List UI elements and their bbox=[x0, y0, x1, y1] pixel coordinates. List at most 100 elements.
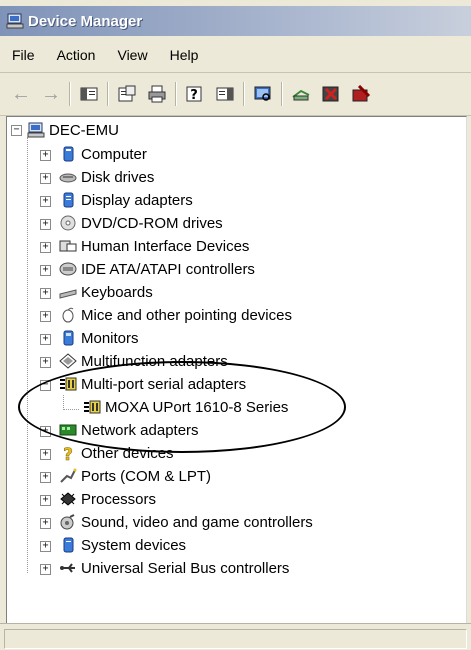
expand-toggle[interactable]: + bbox=[40, 150, 51, 161]
expand-toggle[interactable]: + bbox=[40, 541, 51, 552]
title-bar[interactable]: Device Manager bbox=[0, 6, 471, 36]
tree-root-label: DEC-EMU bbox=[49, 121, 119, 139]
expand-toggle[interactable]: + bbox=[40, 518, 51, 529]
processor-icon bbox=[59, 491, 77, 507]
show-hide-action-pane-icon[interactable] bbox=[214, 83, 236, 105]
disk-drive-icon bbox=[59, 169, 77, 185]
expand-toggle[interactable]: + bbox=[40, 196, 51, 207]
toolbar-separator bbox=[175, 82, 177, 106]
tree-item-mice[interactable]: Mice and other pointing devices bbox=[59, 305, 292, 325]
expand-toggle[interactable]: + bbox=[40, 242, 51, 253]
expand-toggle[interactable]: + bbox=[40, 265, 51, 276]
tree-item-multifunction-adapters[interactable]: Multifunction adapters bbox=[59, 351, 228, 371]
hid-icon bbox=[59, 238, 77, 254]
menu-file[interactable]: File bbox=[0, 47, 46, 63]
tree-item-label: MOXA UPort 1610-8 Series bbox=[105, 398, 289, 416]
tree-item-label: Processors bbox=[81, 490, 157, 508]
expand-toggle[interactable]: + bbox=[40, 334, 51, 345]
tree-item-computer[interactable]: Computer bbox=[59, 144, 147, 164]
usb-icon bbox=[59, 560, 77, 576]
device-tree[interactable]: − DEC-EMU + Computer + Disk drives + Dis… bbox=[6, 116, 467, 624]
tree-item-label: DVD/CD-ROM drives bbox=[81, 214, 223, 232]
display-adapter-icon bbox=[59, 192, 77, 208]
tree-item-usb-controllers[interactable]: Universal Serial Bus controllers bbox=[59, 558, 289, 578]
computer-icon bbox=[27, 122, 45, 138]
expand-toggle[interactable]: + bbox=[40, 449, 51, 460]
toolbar-separator bbox=[107, 82, 109, 106]
tree-item-network-adapters[interactable]: Network adapters bbox=[59, 420, 199, 440]
expand-toggle[interactable]: + bbox=[40, 357, 51, 368]
sound-icon bbox=[59, 514, 77, 530]
menu-view[interactable]: View bbox=[106, 47, 158, 63]
serial-adapter-icon bbox=[83, 399, 101, 415]
tree-item-display-adapters[interactable]: Display adapters bbox=[59, 190, 193, 210]
collapse-toggle[interactable]: − bbox=[40, 380, 51, 391]
svg-text:?: ? bbox=[63, 445, 73, 461]
menu-action[interactable]: Action bbox=[46, 47, 107, 63]
tree-item-ports[interactable]: Ports (COM & LPT) bbox=[59, 466, 211, 486]
ide-controller-icon bbox=[59, 261, 77, 277]
mouse-icon bbox=[59, 307, 77, 323]
help-icon[interactable]: ? bbox=[184, 83, 206, 105]
tree-item-dvd-cd-rom-drives[interactable]: DVD/CD-ROM drives bbox=[59, 213, 223, 233]
computer-icon bbox=[59, 146, 77, 162]
expand-toggle[interactable]: + bbox=[40, 288, 51, 299]
expand-toggle[interactable]: + bbox=[40, 426, 51, 437]
tree-item-label: Monitors bbox=[81, 329, 139, 347]
tree-connector-line bbox=[27, 137, 28, 573]
tree-item-label: Keyboards bbox=[81, 283, 153, 301]
expand-toggle[interactable]: + bbox=[40, 311, 51, 322]
menu-help[interactable]: Help bbox=[159, 47, 210, 63]
port-icon bbox=[59, 468, 77, 484]
tree-item-label: Ports (COM & LPT) bbox=[81, 467, 212, 485]
tree-item-monitors[interactable]: Monitors bbox=[59, 328, 139, 348]
tree-root[interactable]: DEC-EMU bbox=[27, 120, 119, 140]
system-device-icon bbox=[59, 537, 77, 553]
tree-item-other-devices[interactable]: ? Other devices bbox=[59, 443, 174, 466]
toolbar-separator bbox=[243, 82, 245, 106]
tree-item-keyboards[interactable]: Keyboards bbox=[59, 282, 153, 302]
back-icon[interactable]: ← bbox=[10, 83, 32, 105]
tree-item-label: System devices bbox=[81, 536, 187, 554]
unknown-device-icon: ? bbox=[59, 445, 77, 466]
collapse-toggle-root[interactable]: − bbox=[11, 125, 22, 136]
properties-icon[interactable] bbox=[116, 83, 138, 105]
print-icon[interactable] bbox=[146, 83, 168, 105]
window-title: Device Manager bbox=[28, 12, 143, 30]
network-adapter-icon bbox=[59, 422, 77, 438]
tree-item-moxa-uport[interactable]: MOXA UPort 1610-8 Series bbox=[83, 397, 288, 417]
toolbar-separator bbox=[281, 82, 283, 106]
status-field bbox=[4, 629, 467, 649]
svg-text:?: ? bbox=[190, 88, 198, 103]
disable-device-icon[interactable] bbox=[320, 83, 342, 105]
tree-item-processors[interactable]: Processors bbox=[59, 489, 156, 509]
expand-toggle[interactable]: + bbox=[40, 564, 51, 575]
tree-item-system-devices[interactable]: System devices bbox=[59, 535, 186, 555]
tree-item-label: IDE ATA/ATAPI controllers bbox=[81, 260, 255, 278]
menu-bar: File Action View Help bbox=[0, 38, 471, 73]
tree-item-sound-video-game-controllers[interactable]: Sound, video and game controllers bbox=[59, 512, 313, 532]
tree-item-label: Display adapters bbox=[81, 191, 193, 209]
expand-toggle[interactable]: + bbox=[40, 472, 51, 483]
scan-hardware-icon[interactable] bbox=[252, 83, 274, 105]
forward-icon[interactable]: → bbox=[40, 83, 62, 105]
expand-toggle[interactable]: + bbox=[40, 495, 51, 506]
show-hide-console-tree-icon[interactable] bbox=[78, 83, 100, 105]
tree-item-label: Multifunction adapters bbox=[81, 352, 228, 370]
tree-item-ide-ata-atapi-controllers[interactable]: IDE ATA/ATAPI controllers bbox=[59, 259, 255, 279]
serial-adapter-icon bbox=[59, 376, 77, 392]
uninstall-device-icon[interactable] bbox=[350, 83, 372, 105]
tree-item-label: Other devices bbox=[81, 444, 174, 462]
tree-item-multi-port-serial-adapters[interactable]: Multi-port serial adapters bbox=[59, 374, 246, 394]
update-driver-icon[interactable] bbox=[290, 83, 312, 105]
expand-toggle[interactable]: + bbox=[40, 219, 51, 230]
status-bar bbox=[0, 623, 471, 650]
tree-item-label: Network adapters bbox=[81, 421, 199, 439]
device-manager-window: Device Manager File Action View Help ← →… bbox=[0, 0, 471, 650]
tree-item-label: Sound, video and game controllers bbox=[81, 513, 313, 531]
tree-item-label: Human Interface Devices bbox=[81, 237, 250, 255]
expand-toggle[interactable]: + bbox=[40, 173, 51, 184]
tree-connector-line bbox=[63, 395, 64, 410]
tree-item-human-interface-devices[interactable]: Human Interface Devices bbox=[59, 236, 249, 256]
tree-item-disk-drives[interactable]: Disk drives bbox=[59, 167, 154, 187]
